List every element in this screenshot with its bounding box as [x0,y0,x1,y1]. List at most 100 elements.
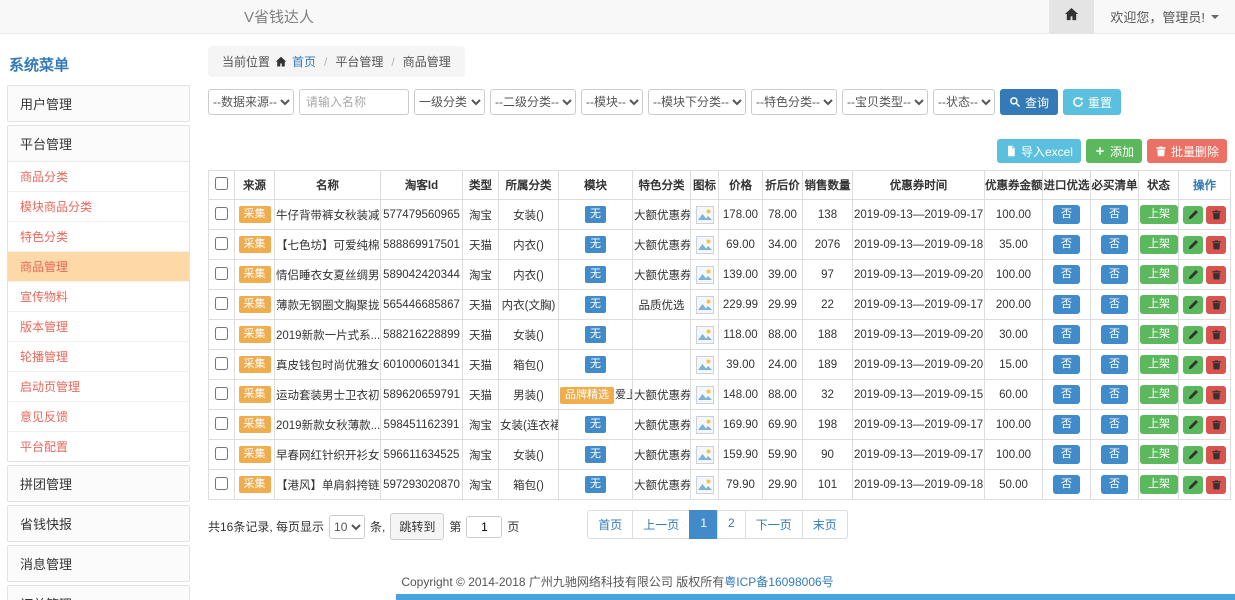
delete-button[interactable] [1206,326,1226,344]
must-buy-toggle[interactable]: 否 [1101,385,1128,404]
sidebar-item-2[interactable]: 拼团管理 [8,466,189,501]
must-buy-toggle[interactable]: 否 [1101,325,1128,344]
add-button[interactable]: 添加 [1086,139,1142,163]
import-select-toggle[interactable]: 否 [1053,475,1080,494]
page-button[interactable]: 下一页 [745,510,803,539]
edit-button[interactable] [1183,476,1203,494]
sidebar-subitem[interactable]: 宣传物料 [8,282,189,312]
edit-button[interactable] [1183,206,1203,224]
sidebar-item-1[interactable]: 平台管理 [8,126,189,161]
page-button[interactable]: 2 [717,510,746,539]
page-size-select[interactable]: 10 [329,515,365,539]
must-buy-toggle[interactable]: 否 [1101,445,1128,464]
delete-button[interactable] [1206,416,1226,434]
filter-select-3[interactable]: --模块下分类-- [648,89,746,115]
import-select-toggle[interactable]: 否 [1053,205,1080,224]
icp-link[interactable]: 粤ICP备16098006号 [724,575,833,589]
delete-button[interactable] [1206,386,1226,404]
sidebar-subitem[interactable]: 模块商品分类 [8,192,189,222]
select-all-checkbox[interactable] [215,177,228,190]
reset-button[interactable]: 重置 [1063,89,1121,115]
delete-button[interactable] [1206,356,1226,374]
status-toggle[interactable]: 上架 [1140,475,1178,494]
row-checkbox[interactable] [215,477,228,490]
import-select-toggle[interactable]: 否 [1053,265,1080,284]
import-select-toggle[interactable]: 否 [1053,355,1080,374]
sidebar-subitem[interactable]: 启动页管理 [8,372,189,402]
row-checkbox[interactable] [215,387,228,400]
delete-button[interactable] [1206,266,1226,284]
name-search-input[interactable] [299,89,409,115]
import-select-toggle[interactable]: 否 [1053,325,1080,344]
edit-button[interactable] [1183,326,1203,344]
filter-select-6[interactable]: --状态-- [933,89,995,115]
filter-select-1[interactable]: --二级分类-- [490,89,576,115]
edit-button[interactable] [1183,416,1203,434]
sidebar-item-0[interactable]: 用户管理 [8,86,189,121]
status-toggle[interactable]: 上架 [1140,235,1178,254]
row-checkbox[interactable] [215,237,228,250]
import-excel-button[interactable]: 导入excel [997,139,1081,163]
edit-button[interactable] [1183,446,1203,464]
status-toggle[interactable]: 上架 [1140,385,1178,404]
status-toggle[interactable]: 上架 [1140,295,1178,314]
import-select-toggle[interactable]: 否 [1053,295,1080,314]
row-checkbox[interactable] [215,417,228,430]
batch-delete-button[interactable]: 批量删除 [1147,139,1227,163]
must-buy-toggle[interactable]: 否 [1101,355,1128,374]
page-button[interactable]: 末页 [802,510,848,539]
status-toggle[interactable]: 上架 [1140,415,1178,434]
page-number-input[interactable] [466,516,502,538]
filter-select-5[interactable]: --宝贝类型-- [842,89,928,115]
import-select-toggle[interactable]: 否 [1053,415,1080,434]
horizontal-scrollbar-thumb[interactable] [396,594,1235,600]
jump-button[interactable]: 跳转到 [390,513,444,540]
must-buy-toggle[interactable]: 否 [1101,295,1128,314]
page-button[interactable]: 首页 [587,510,633,539]
row-checkbox[interactable] [215,297,228,310]
edit-button[interactable] [1183,356,1203,374]
sidebar-subitem[interactable]: 意见反馈 [8,402,189,432]
sidebar-subitem[interactable]: 特色分类 [8,222,189,252]
must-buy-toggle[interactable]: 否 [1101,475,1128,494]
delete-button[interactable] [1206,476,1226,494]
import-select-toggle[interactable]: 否 [1053,445,1080,464]
row-checkbox[interactable] [215,357,228,370]
edit-button[interactable] [1183,386,1203,404]
edit-button[interactable] [1183,236,1203,254]
sidebar-subitem[interactable]: 商品分类 [8,162,189,192]
sidebar-subitem[interactable]: 轮播管理 [8,342,189,372]
edit-button[interactable] [1183,296,1203,314]
import-select-toggle[interactable]: 否 [1053,385,1080,404]
status-toggle[interactable]: 上架 [1140,355,1178,374]
filter-select-2[interactable]: --模块-- [581,89,643,115]
row-checkbox[interactable] [215,327,228,340]
row-checkbox[interactable] [215,207,228,220]
must-buy-toggle[interactable]: 否 [1101,415,1128,434]
status-toggle[interactable]: 上架 [1140,445,1178,464]
page-button[interactable]: 上一页 [632,510,690,539]
delete-button[interactable] [1206,446,1226,464]
row-checkbox[interactable] [215,447,228,460]
sidebar-item-3[interactable]: 省钱快报 [8,506,189,541]
status-toggle[interactable]: 上架 [1140,325,1178,344]
user-menu[interactable]: 欢迎您，管理员! [1094,0,1235,34]
must-buy-toggle[interactable]: 否 [1101,265,1128,284]
row-checkbox[interactable] [215,267,228,280]
edit-button[interactable] [1183,266,1203,284]
search-button[interactable]: 查询 [1000,89,1058,115]
sidebar-subitem[interactable]: 平台配置 [8,432,189,461]
page-button[interactable]: 1 [689,510,718,539]
sidebar-subitem[interactable]: 商品管理 [8,252,189,282]
must-buy-toggle[interactable]: 否 [1101,235,1128,254]
delete-button[interactable] [1206,236,1226,254]
sidebar-subitem[interactable]: 版本管理 [8,312,189,342]
status-toggle[interactable]: 上架 [1140,265,1178,284]
must-buy-toggle[interactable]: 否 [1101,205,1128,224]
data-source-select[interactable]: --数据来源-- [208,89,294,115]
import-select-toggle[interactable]: 否 [1053,235,1080,254]
filter-select-4[interactable]: --特色分类-- [751,89,837,115]
delete-button[interactable] [1206,206,1226,224]
filter-select-0[interactable]: 一级分类 [414,89,485,115]
status-toggle[interactable]: 上架 [1140,205,1178,224]
